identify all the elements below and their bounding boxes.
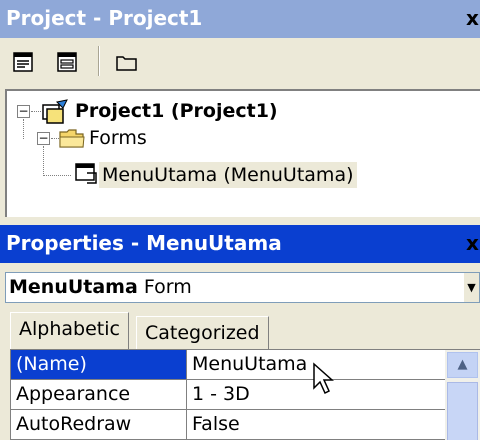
- close-icon[interactable]: x: [466, 231, 480, 257]
- properties-window-title: Properties - MenuUtama: [6, 231, 282, 255]
- project-title-bar[interactable]: Project - Project1 x: [0, 0, 480, 38]
- tab-alphabetic[interactable]: Alphabetic: [10, 312, 129, 350]
- view-object-icon[interactable]: [54, 49, 80, 75]
- chevron-down-icon[interactable]: ▼: [463, 273, 479, 302]
- property-grid[interactable]: (Name) MenuUtama Appearance 1 - 3D AutoR…: [10, 349, 480, 440]
- property-name[interactable]: Appearance: [11, 380, 187, 410]
- tree-form-item[interactable]: MenuUtama (MenuUtama): [99, 162, 357, 188]
- property-row[interactable]: AutoRedraw False: [11, 410, 456, 440]
- tree-folder-label[interactable]: Forms: [89, 125, 147, 151]
- mouse-pointer-icon: [312, 362, 336, 401]
- property-row[interactable]: Appearance 1 - 3D: [11, 380, 456, 410]
- tab-categorized[interactable]: Categorized: [136, 316, 269, 350]
- form-icon: [73, 161, 99, 190]
- properties-title-bar[interactable]: Properties - MenuUtama x: [0, 225, 480, 263]
- object-type: Form: [143, 276, 192, 298]
- scrollbar-thumb[interactable]: [447, 382, 478, 440]
- toolbar-separator: [98, 46, 100, 76]
- property-name[interactable]: AutoRedraw: [11, 410, 187, 440]
- property-name[interactable]: (Name): [11, 350, 187, 380]
- object-name: MenuUtama: [9, 276, 138, 298]
- vertical-scrollbar[interactable]: ▲: [445, 350, 480, 440]
- tree-root-label[interactable]: Project1 (Project1): [75, 98, 278, 124]
- property-value[interactable]: False: [187, 410, 456, 440]
- project-icon: [41, 99, 69, 130]
- collapse-icon[interactable]: −: [37, 132, 50, 145]
- scroll-up-icon[interactable]: ▲: [447, 352, 478, 378]
- folder-icon: [59, 127, 85, 154]
- project-window-title: Project - Project1: [6, 6, 203, 30]
- collapse-icon[interactable]: −: [17, 105, 30, 118]
- close-icon[interactable]: x: [466, 6, 480, 32]
- object-selector[interactable]: MenuUtama Form ▼: [5, 272, 480, 303]
- view-code-icon[interactable]: [10, 49, 36, 75]
- property-row[interactable]: (Name) MenuUtama: [11, 350, 456, 380]
- project-tree[interactable]: − Project1 (Project1) − Forms MenuUtama …: [5, 89, 480, 217]
- folder-icon[interactable]: [114, 49, 140, 75]
- project-toolbar: [0, 38, 480, 85]
